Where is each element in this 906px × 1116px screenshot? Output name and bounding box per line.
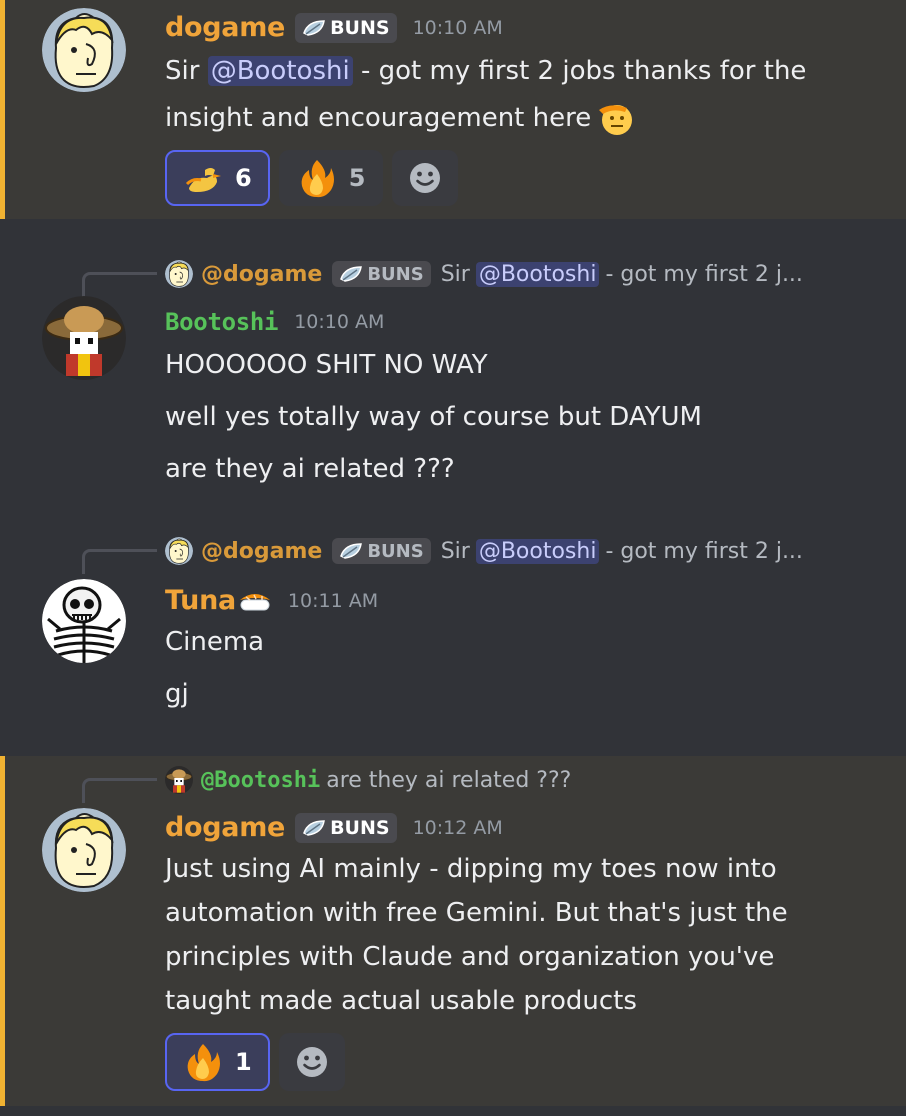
saluting-face-emoji-icon — [599, 105, 633, 135]
reply-snippet: are they ai related ??? — [326, 767, 572, 793]
dogame-avatar-icon — [42, 8, 126, 92]
reply-spine — [82, 549, 157, 574]
message-dogame-2: @Bootoshi are they ai related ??? dogame… — [0, 756, 906, 1106]
server-tag[interactable]: BUNS — [295, 12, 397, 43]
add-reaction-button[interactable] — [278, 1033, 345, 1091]
message-header: dogame BUNS 10:12 AM — [165, 812, 503, 843]
message-text: automation with free Gemini. But that's … — [165, 898, 788, 928]
message-tuna: @dogame BUNS Sir @Bootoshi - got my firs… — [0, 527, 906, 727]
timestamp[interactable]: 10:10 AM — [294, 311, 384, 333]
tuna-avatar-icon — [42, 579, 126, 663]
message-text: well yes totally way of course but DAYUM — [165, 402, 702, 432]
username[interactable]: Tuna — [165, 585, 236, 616]
reaction-count: 1 — [235, 1048, 252, 1076]
server-tag: BUNS — [332, 538, 431, 564]
avatar[interactable] — [42, 808, 126, 892]
message-text: principles with Claude and organization … — [165, 942, 775, 972]
reaction-bar: 6 5 — [165, 150, 459, 206]
username[interactable]: Bootoshi — [165, 308, 279, 336]
add-reaction-button[interactable] — [392, 150, 459, 206]
leaf-icon — [339, 542, 363, 560]
message-text: are they ai related ??? — [165, 454, 455, 484]
bootoshi-avatar-icon — [42, 296, 126, 380]
reply-avatar — [165, 537, 193, 565]
tag-label: BUNS — [330, 16, 390, 39]
dogame-avatar-icon — [165, 260, 193, 288]
username[interactable]: dogame — [165, 812, 285, 843]
leaf-icon — [302, 819, 326, 837]
leaf-icon — [302, 19, 326, 37]
reply-username[interactable]: @dogame — [201, 262, 322, 287]
reaction-bar: 1 — [165, 1033, 345, 1091]
sushi-emoji-icon — [239, 593, 270, 610]
user-mention[interactable]: @Bootoshi — [207, 56, 353, 86]
message-text: taught made actual usable products — [165, 986, 637, 1016]
message-bootoshi: @dogame BUNS Sir @Bootoshi - got my firs… — [0, 250, 906, 510]
reaction-fire[interactable]: 1 — [165, 1033, 270, 1091]
message-text: Cinema — [165, 627, 265, 657]
message-dogame-1: dogame BUNS 10:10 AM Sir @Bootoshi - got… — [0, 0, 906, 219]
fire-emoji-icon — [183, 1042, 223, 1082]
reply-username[interactable]: @Bootoshi — [201, 768, 320, 793]
message-text: HOOOOOO SHIT NO WAY — [165, 350, 488, 380]
avatar[interactable] — [42, 8, 126, 92]
message-header: Bootoshi 10:10 AM — [165, 308, 384, 336]
reply-preview[interactable]: @dogame BUNS Sir @Bootoshi - got my firs… — [165, 537, 803, 565]
timestamp[interactable]: 10:12 AM — [413, 817, 503, 839]
avatar[interactable] — [42, 296, 126, 380]
message-text: gj — [165, 679, 189, 709]
saluting-duck-emoji-icon — [185, 168, 221, 192]
leaf-icon — [339, 265, 363, 283]
add-reaction-smiley-icon — [405, 158, 445, 198]
message-text: insight and encouragement here — [165, 100, 633, 136]
reply-preview[interactable]: @dogame BUNS Sir @Bootoshi - got my firs… — [165, 260, 803, 288]
message-text: Just using AI mainly - dipping my toes n… — [165, 854, 777, 884]
dogame-avatar-icon — [165, 537, 193, 565]
add-reaction-smiley-icon — [292, 1042, 332, 1082]
reply-spine — [82, 272, 157, 297]
username[interactable]: dogame — [165, 12, 285, 43]
reply-username[interactable]: @dogame — [201, 539, 322, 564]
bootoshi-mini-avatar-icon — [165, 766, 193, 794]
timestamp[interactable]: 10:10 AM — [413, 17, 503, 39]
user-mention: @Bootoshi — [475, 538, 600, 564]
dogame-avatar-icon — [42, 808, 126, 892]
reaction-fire[interactable]: 5 — [278, 150, 384, 206]
timestamp[interactable]: 10:11 AM — [288, 590, 378, 612]
message-header: Tuna 10:11 AM — [165, 585, 378, 616]
reply-spine — [82, 778, 157, 803]
fire-emoji-icon — [297, 158, 337, 198]
reaction-duck[interactable]: 6 — [165, 150, 270, 206]
server-tag: BUNS — [332, 261, 431, 287]
user-mention: @Bootoshi — [475, 261, 600, 287]
message-header: dogame BUNS 10:10 AM — [165, 12, 503, 43]
reaction-count: 5 — [348, 164, 366, 192]
avatar[interactable] — [42, 579, 126, 663]
reply-avatar — [165, 260, 193, 288]
reply-preview[interactable]: @Bootoshi are they ai related ??? — [165, 766, 571, 794]
server-tag[interactable]: BUNS — [295, 812, 397, 843]
reaction-count: 6 — [235, 164, 252, 192]
message-text: Sir @Bootoshi - got my first 2 jobs than… — [165, 56, 807, 86]
